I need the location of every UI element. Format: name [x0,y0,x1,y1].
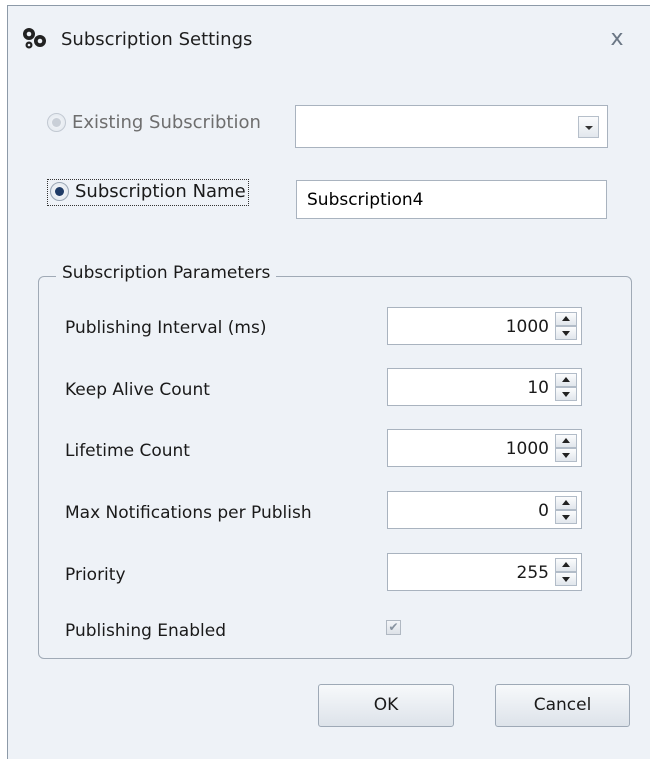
max-notifications-spinner[interactable]: 0 [387,491,582,529]
publishing-interval-label: Publishing Interval (ms) [65,318,267,338]
lifetime-count-label: Lifetime Count [65,441,190,461]
keep-alive-count-label: Keep Alive Count [65,380,210,400]
spin-down-icon[interactable] [555,326,577,340]
spin-buttons [555,373,577,401]
subscription-name-radio[interactable] [50,182,69,201]
existing-subscription-option[interactable]: Existing Subscribtion [47,112,261,133]
spin-buttons [555,558,577,586]
lifetime-count-spinner[interactable]: 1000 [387,429,582,467]
max-notifications-label: Max Notifications per Publish [65,503,312,523]
keep-alive-count-spinner[interactable]: 10 [387,368,582,406]
lifetime-count-value[interactable]: 1000 [506,439,549,459]
ok-button[interactable]: OK [318,684,454,727]
priority-spinner[interactable]: 255 [387,553,582,591]
spin-down-icon[interactable] [555,572,577,586]
publishing-interval-spinner[interactable]: 1000 [387,307,582,345]
publishing-enabled-checkbox[interactable]: ✔ [386,620,401,635]
existing-subscription-label: Existing Subscribtion [72,112,261,133]
focus-rectangle: Subscription Name [47,179,249,206]
subscription-name-input[interactable] [296,180,607,219]
spin-up-icon[interactable] [555,496,577,510]
keep-alive-count-value[interactable]: 10 [527,378,549,398]
max-notifications-value[interactable]: 0 [538,501,549,521]
spin-up-icon[interactable] [555,434,577,448]
priority-value[interactable]: 255 [517,563,549,583]
publishing-enabled-label: Publishing Enabled [65,621,226,641]
existing-subscription-radio[interactable] [47,113,66,132]
cancel-button[interactable]: Cancel [495,684,630,727]
spin-up-icon[interactable] [555,558,577,572]
spin-down-icon[interactable] [555,448,577,462]
spin-down-icon[interactable] [555,387,577,401]
spin-up-icon[interactable] [555,373,577,387]
subscription-name-option[interactable]: Subscription Name [47,179,249,206]
spin-up-icon[interactable] [555,312,577,326]
close-button[interactable]: x [602,24,632,54]
title-bar: Subscription Settings x [8,6,650,62]
publishing-interval-value[interactable]: 1000 [506,317,549,337]
subscription-name-label: Subscription Name [75,181,246,202]
priority-label: Priority [65,565,126,585]
window-title: Subscription Settings [61,29,253,50]
dropdown-arrow-icon[interactable] [578,116,599,138]
group-title: Subscription Parameters [56,263,277,283]
spin-buttons [555,434,577,462]
spin-down-icon[interactable] [555,510,577,524]
gears-icon [23,28,46,49]
existing-subscription-combo[interactable] [295,105,608,148]
spin-buttons [555,312,577,340]
spin-buttons [555,496,577,524]
